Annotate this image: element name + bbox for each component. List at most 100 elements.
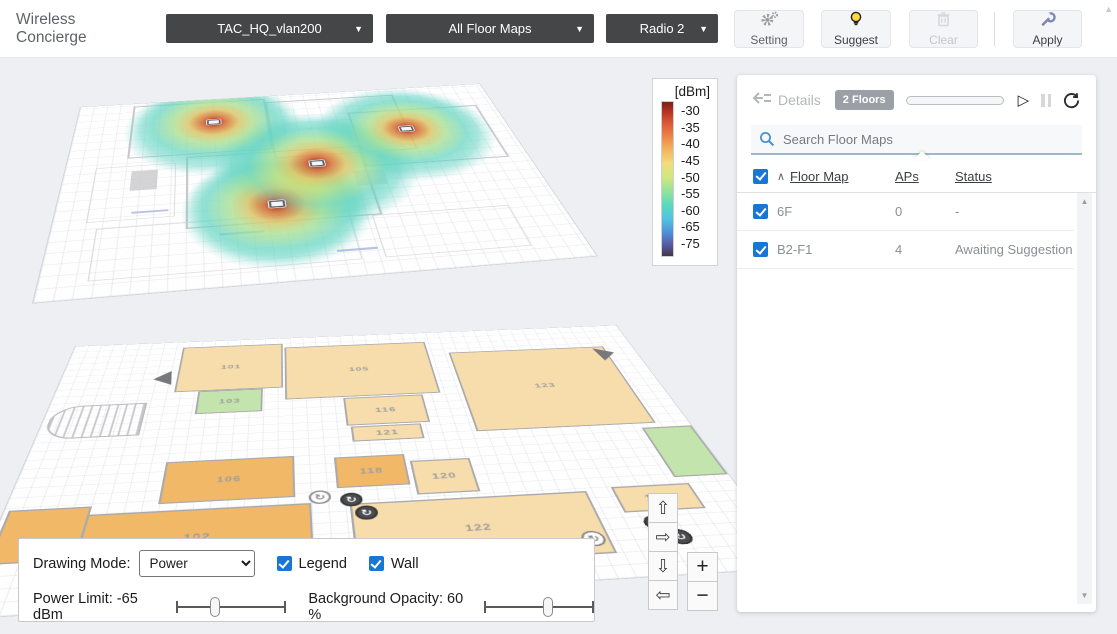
- network-dropdown-value: TAC_HQ_vlan200: [217, 21, 322, 36]
- table-header: ∧ Floor Map APs Status: [737, 160, 1096, 193]
- room-label: 118: [359, 466, 384, 476]
- select-all-checkbox[interactable]: [753, 169, 768, 184]
- column-header-status[interactable]: Status: [955, 169, 992, 184]
- setting-button[interactable]: Setting: [734, 10, 804, 48]
- details-panel: Details 2 Floors ▷ ∧: [737, 75, 1096, 612]
- room-label: 101: [221, 364, 242, 371]
- rotate-icon: ↻: [314, 492, 326, 502]
- legend-tick: -60: [681, 203, 700, 218]
- pan-down-button[interactable]: ⇩: [648, 551, 678, 581]
- legend-tick: -30: [681, 103, 700, 118]
- network-dropdown[interactable]: TAC_HQ_vlan200 ▼: [166, 14, 373, 43]
- legend-color-scale: [661, 101, 674, 257]
- power-limit-slider[interactable]: [176, 596, 286, 618]
- suggestion-progress-bar: [906, 96, 1004, 105]
- zoom-in-button[interactable]: +: [687, 552, 718, 582]
- cell-floor-map: B2-F1: [777, 242, 812, 257]
- gear-icon: [759, 11, 779, 32]
- wall-checkbox[interactable]: [369, 556, 384, 571]
- trash-icon: [936, 11, 951, 32]
- legend-tick: -75: [681, 236, 700, 251]
- room-label: 122: [464, 522, 494, 534]
- room-label: 116: [375, 406, 398, 414]
- drawing-controls-panel: Drawing Mode: Power Legend Wall Power Li…: [18, 538, 595, 622]
- legend-checkbox[interactable]: [277, 556, 292, 571]
- rotate-icon: ↻: [345, 495, 357, 505]
- wall-checkbox-label: Wall: [391, 556, 419, 572]
- sort-ascending-icon: ∧: [777, 170, 785, 183]
- legend-title: [dBm]: [661, 84, 710, 99]
- floor-maps-dropdown[interactable]: All Floor Maps ▼: [386, 14, 594, 43]
- pan-up-button[interactable]: ⇧: [648, 493, 678, 523]
- floors-count-badge: 2 Floors: [835, 90, 894, 110]
- suggest-button[interactable]: Suggest: [821, 10, 891, 48]
- chevron-down-icon: ▼: [699, 24, 708, 34]
- table-row-b2f1[interactable]: B2-F1 4 Awaiting Suggestion: [737, 231, 1074, 269]
- scrollbar-up-icon[interactable]: ▲: [1077, 197, 1092, 206]
- legend-checkbox-group[interactable]: Legend: [277, 556, 347, 572]
- drawing-mode-label: Drawing Mode:: [33, 556, 131, 572]
- signal-legend: [dBm] -30 -35 -40 -45 -50 -55 -60 -65 -7…: [652, 78, 718, 266]
- background-opacity-slider[interactable]: [484, 596, 594, 618]
- clear-button-label: Clear: [929, 33, 958, 47]
- ap-move-icon[interactable]: ↻: [308, 490, 331, 505]
- apply-button[interactable]: Apply: [1013, 10, 1082, 48]
- map-canvas[interactable]: 101 105 103 116 121 123 106 102 118 120 …: [0, 58, 1117, 634]
- refresh-button[interactable]: [1063, 92, 1080, 109]
- legend-checkbox-label: Legend: [299, 556, 347, 572]
- search-input[interactable]: [783, 132, 1082, 147]
- pan-controls: ⇧ ⇨ ⇩ ⇦: [648, 494, 678, 610]
- room-label: 121: [375, 428, 399, 437]
- floor-plane-6f: [33, 84, 596, 303]
- zoom-out-button[interactable]: −: [687, 581, 718, 611]
- green-area: [642, 425, 729, 477]
- rotate-icon: ↻: [360, 507, 373, 517]
- direction-marker-icon: [153, 371, 172, 386]
- room-label: 106: [216, 474, 242, 484]
- radio-dropdown-value: Radio 2: [640, 21, 685, 36]
- legend-ticks: -30 -35 -40 -45 -50 -55 -60 -65 -75: [681, 101, 700, 257]
- pan-left-button[interactable]: ⇦: [648, 580, 678, 610]
- panel-notch: [913, 151, 931, 160]
- suggest-button-label: Suggest: [834, 33, 878, 47]
- access-point-icon[interactable]: [207, 119, 221, 125]
- legend-tick: -35: [681, 120, 700, 135]
- row-checkbox[interactable]: [753, 242, 768, 257]
- search-icon: [759, 131, 775, 147]
- play-button[interactable]: ▷: [1018, 93, 1030, 108]
- pan-right-button[interactable]: ⇨: [648, 522, 678, 552]
- collapse-panel-icon[interactable]: [751, 91, 772, 110]
- room-label: 123: [533, 382, 557, 389]
- clear-button[interactable]: Clear: [909, 10, 978, 48]
- floor-maps-dropdown-value: All Floor Maps: [448, 21, 531, 36]
- wall-checkbox-group[interactable]: Wall: [369, 556, 419, 572]
- cell-floor-map: 6F: [777, 204, 792, 219]
- room-label: 105: [348, 366, 369, 373]
- legend-tick: -40: [681, 136, 700, 151]
- power-limit-label: Power Limit: -65 dBm: [33, 591, 168, 623]
- apply-button-label: Apply: [1032, 33, 1062, 47]
- cell-status: Awaiting Suggestion: [955, 242, 1073, 257]
- power-limit-slider-thumb[interactable]: [210, 597, 220, 617]
- scrollbar-down-icon[interactable]: ▼: [1077, 591, 1092, 600]
- table-row-6f[interactable]: 6F 0 -: [737, 193, 1074, 231]
- page-scrollbar-up-icon[interactable]: ▲: [1104, 4, 1113, 14]
- background-opacity-slider-thumb[interactable]: [543, 597, 553, 617]
- panel-scrollbar[interactable]: ▲ ▼: [1077, 193, 1092, 604]
- app-title: Wireless Concierge: [16, 11, 148, 47]
- drawing-mode-select[interactable]: Power: [139, 550, 255, 577]
- radio-dropdown[interactable]: Radio 2 ▼: [606, 14, 718, 43]
- legend-tick: -55: [681, 186, 700, 201]
- room-label: 103: [218, 397, 240, 405]
- column-header-aps[interactable]: APs: [895, 169, 919, 184]
- legend-tick: -50: [681, 170, 700, 185]
- column-header-floor-map[interactable]: Floor Map: [790, 169, 849, 184]
- staircase: [41, 403, 147, 440]
- lightbulb-icon: [848, 11, 864, 32]
- row-checkbox[interactable]: [753, 204, 768, 219]
- pause-button[interactable]: [1041, 94, 1051, 107]
- cell-status: -: [955, 204, 959, 219]
- zoom-controls: + −: [687, 553, 718, 611]
- floor-map-b2f1[interactable]: 101 105 103 116 121 123 106 102 118 120 …: [8, 286, 748, 566]
- room-label: 120: [431, 471, 458, 481]
